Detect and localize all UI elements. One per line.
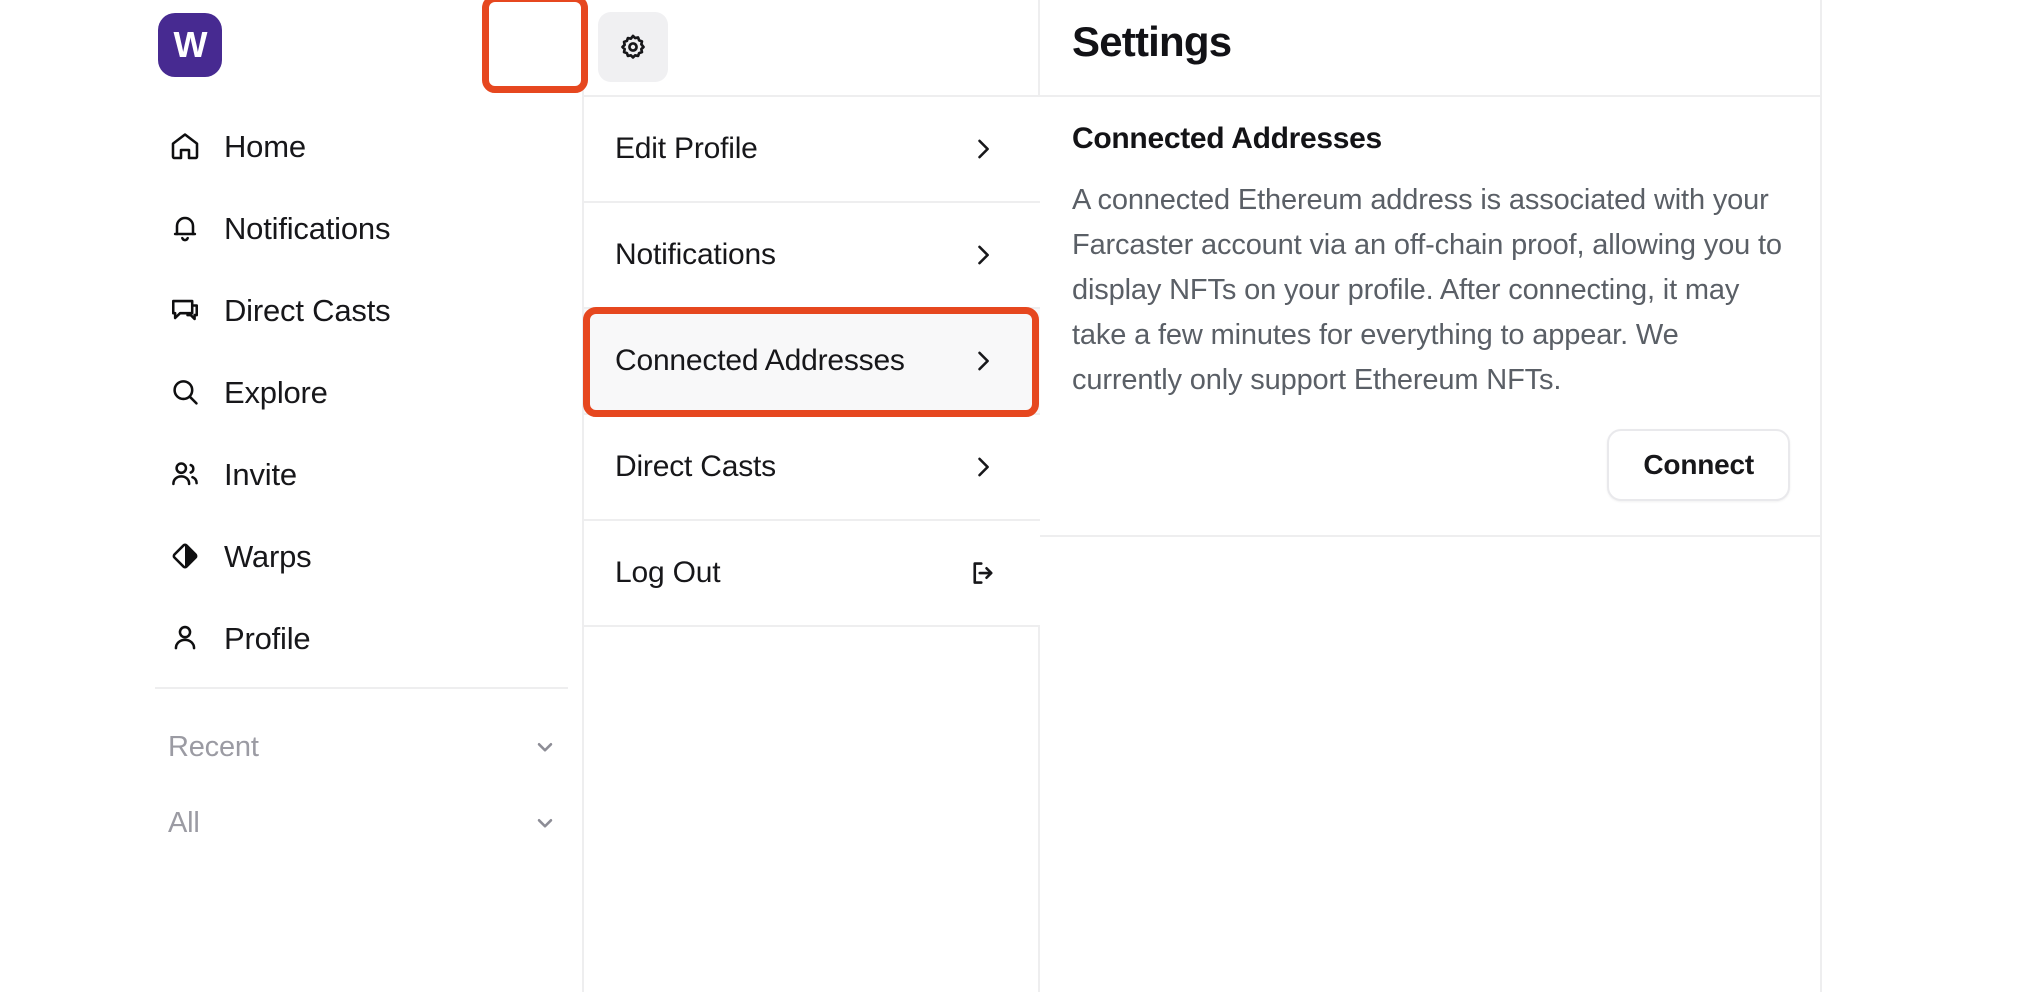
sidebar-item-profile[interactable]: Profile bbox=[0, 597, 584, 679]
sidebar-item-home[interactable]: Home bbox=[0, 105, 584, 187]
settings-item-direct-casts[interactable]: Direct Casts bbox=[584, 415, 1040, 521]
sidebar-section-all[interactable]: All bbox=[0, 793, 584, 853]
detail-actions: Connect bbox=[1072, 429, 1790, 501]
sidebar-item-label: Explore bbox=[224, 377, 328, 408]
chevron-right-icon bbox=[968, 134, 998, 164]
detail-description: A connected Ethereum address is associat… bbox=[1072, 178, 1790, 403]
settings-item-label: Log Out bbox=[615, 556, 968, 590]
settings-item-connected-addresses[interactable]: Connected Addresses bbox=[584, 309, 1040, 415]
sidebar-item-label: Notifications bbox=[224, 213, 390, 244]
detail-title: Connected Addresses bbox=[1072, 122, 1790, 156]
sidebar-item-label: Direct Casts bbox=[224, 295, 390, 326]
sign-out-icon bbox=[968, 558, 998, 588]
person-icon bbox=[168, 621, 202, 655]
sidebar-item-label: Invite bbox=[224, 459, 297, 490]
settings-item-edit-profile[interactable]: Edit Profile bbox=[584, 97, 1040, 203]
sidebar-item-explore[interactable]: Explore bbox=[0, 351, 584, 433]
primary-sidebar: W Home Notificatio bbox=[0, 0, 584, 992]
sidebar-section-recent[interactable]: Recent bbox=[0, 717, 584, 777]
settings-item-notifications[interactable]: Notifications bbox=[584, 203, 1040, 309]
app-logo[interactable]: W bbox=[158, 13, 222, 77]
sidebar-item-label: Profile bbox=[224, 623, 310, 654]
chevron-right-icon bbox=[968, 240, 998, 270]
sidebar-section-label: Recent bbox=[168, 731, 259, 764]
warpcast-logo-mark: W bbox=[158, 13, 222, 77]
chat-bubble-icon bbox=[168, 293, 202, 327]
gear-icon[interactable] bbox=[598, 12, 668, 82]
sidebar-item-invite[interactable]: Invite bbox=[0, 433, 584, 515]
search-icon bbox=[168, 375, 202, 409]
settings-item-label: Notifications bbox=[615, 238, 968, 272]
chevron-down-icon[interactable] bbox=[532, 810, 558, 836]
settings-item-label: Connected Addresses bbox=[615, 344, 968, 378]
bell-icon bbox=[168, 211, 202, 245]
chevron-right-icon bbox=[968, 346, 998, 376]
settings-page: W Home Notificatio bbox=[0, 0, 2030, 992]
settings-item-label: Direct Casts bbox=[615, 450, 968, 484]
settings-item-label: Edit Profile bbox=[615, 132, 968, 166]
home-icon bbox=[168, 129, 202, 163]
users-icon bbox=[168, 457, 202, 491]
sidebar-item-notifications[interactable]: Notifications bbox=[0, 187, 584, 269]
sidebar-nav-list: Home Notifications bbox=[0, 105, 584, 679]
settings-list: Edit Profile Notifications Connected Add… bbox=[584, 95, 1040, 627]
connected-addresses-card: Connected Addresses A connected Ethereum… bbox=[1040, 95, 1822, 537]
chevron-right-icon bbox=[968, 452, 998, 482]
sidebar-item-label: Warps bbox=[224, 541, 311, 572]
page-title: Settings bbox=[1072, 18, 1231, 66]
connect-button[interactable]: Connect bbox=[1607, 429, 1790, 501]
sidebar-item-label: Home bbox=[224, 131, 306, 162]
sidebar-section-label: All bbox=[168, 807, 200, 840]
chevron-down-icon[interactable] bbox=[532, 734, 558, 760]
sidebar-item-direct-casts[interactable]: Direct Casts bbox=[0, 269, 584, 351]
sidebar-item-warps[interactable]: Warps bbox=[0, 515, 584, 597]
settings-item-log-out[interactable]: Log Out bbox=[584, 521, 1040, 627]
sidebar-divider bbox=[155, 687, 568, 689]
detail-panel: Settings Connected Addresses A connected… bbox=[1040, 0, 1822, 992]
warps-diamond-icon bbox=[168, 539, 202, 573]
settings-menu-column: Edit Profile Notifications Connected Add… bbox=[584, 0, 1040, 992]
